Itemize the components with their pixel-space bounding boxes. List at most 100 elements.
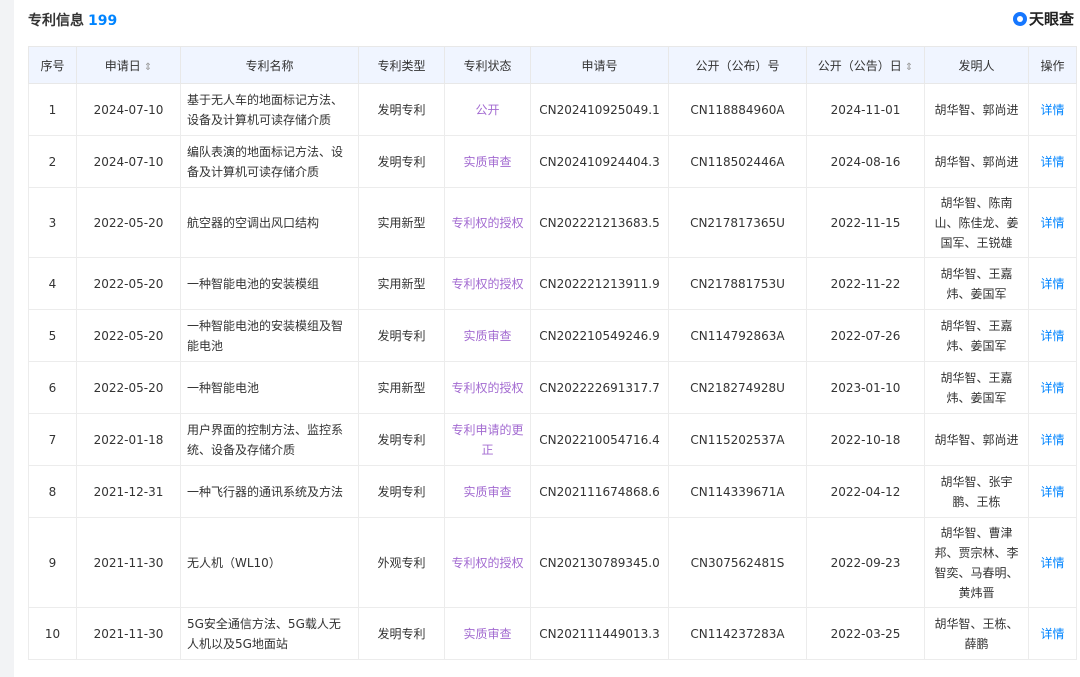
row-patent-name: 5G安全通信方法、5G载人无人机以及5G地面站 bbox=[187, 616, 341, 651]
row-patent-type-cell: 实用新型 bbox=[358, 187, 445, 258]
row-pub-number: CN217817365U bbox=[690, 215, 785, 230]
row-index: 10 bbox=[44, 626, 61, 641]
row-patent-name: 一种智能电池 bbox=[187, 380, 260, 395]
row-patent-status-cell: 实质审查 bbox=[444, 309, 531, 362]
row-inventors-cell: 胡华智、郭尚进 bbox=[924, 413, 1029, 466]
row-inventors-cell: 胡华智、陈南山、陈佳龙、姜国军、王锐雄 bbox=[924, 187, 1029, 258]
row-inventors: 胡华智、郭尚进 bbox=[934, 432, 1019, 447]
row-patent-status: 专利权的授权 bbox=[451, 276, 524, 291]
row-patent-name-cell: 基于无人车的地面标记方法、设备及计算机可读存储介质 bbox=[180, 83, 359, 136]
row-app-number-cell: CN202221213683.5 bbox=[530, 187, 669, 258]
table-header-row: 序号 申请日 ⇕ 专利名称 专利类型 专利状态 申请号 公开（公布）号 公开（公告… bbox=[28, 46, 1077, 84]
detail-link[interactable]: 详情 bbox=[1040, 277, 1064, 291]
detail-link[interactable]: 详情 bbox=[1040, 485, 1064, 499]
row-app-date: 2024-07-10 bbox=[93, 154, 164, 169]
row-index-cell: 9 bbox=[28, 517, 77, 608]
row-app-number-cell: CN202221213911.9 bbox=[530, 257, 669, 310]
row-patent-status-cell: 公开 bbox=[444, 83, 531, 136]
row-inventors: 胡华智、王嘉炜、姜国军 bbox=[940, 318, 1013, 353]
row-patent-name-cell: 航空器的空调出风口结构 bbox=[180, 187, 359, 258]
row-app-date-cell: 2022-01-18 bbox=[76, 413, 181, 466]
row-inventors-cell: 胡华智、王栋、薛鹏 bbox=[924, 607, 1029, 660]
row-patent-name-cell: 编队表演的地面标记方法、设备及计算机可读存储介质 bbox=[180, 135, 359, 188]
row-pub-number: CN114237283A bbox=[690, 626, 785, 641]
row-patent-name-cell: 一种飞行器的通讯系统及方法 bbox=[180, 465, 359, 518]
row-inventors-cell: 胡华智、王嘉炜、姜国军 bbox=[924, 257, 1029, 310]
row-pub-number-cell: CN218274928U bbox=[668, 361, 807, 414]
row-patent-status-cell: 专利权的授权 bbox=[444, 187, 531, 258]
row-app-number: CN202130789345.0 bbox=[539, 555, 660, 570]
row-index: 5 bbox=[48, 328, 57, 343]
row-index: 2 bbox=[48, 154, 57, 169]
row-patent-type-cell: 发明专利 bbox=[358, 607, 445, 660]
col-header-action: 操作 bbox=[1028, 46, 1077, 84]
row-app-number: CN202111449013.3 bbox=[539, 626, 660, 641]
detail-link[interactable]: 详情 bbox=[1040, 556, 1064, 570]
row-patent-type: 发明专利 bbox=[377, 154, 426, 169]
row-pub-date-cell: 2022-03-25 bbox=[806, 607, 925, 660]
detail-link[interactable]: 详情 bbox=[1040, 103, 1064, 117]
row-app-number-cell: CN202410925049.1 bbox=[530, 83, 669, 136]
row-pub-number: CN307562481S bbox=[690, 555, 785, 570]
row-patent-type: 发明专利 bbox=[377, 626, 426, 641]
sort-icon[interactable]: ⇕ bbox=[905, 62, 913, 73]
row-pub-number: CN118884960A bbox=[690, 102, 785, 117]
row-index-cell: 6 bbox=[28, 361, 77, 414]
row-pub-date: 2024-08-16 bbox=[830, 154, 901, 169]
row-app-date: 2022-05-20 bbox=[93, 215, 164, 230]
row-inventors: 胡华智、陈南山、陈佳龙、姜国军、王锐雄 bbox=[934, 195, 1019, 250]
row-pub-date-cell: 2024-11-01 bbox=[806, 83, 925, 136]
row-index: 4 bbox=[48, 276, 57, 291]
detail-link[interactable]: 详情 bbox=[1040, 627, 1064, 641]
row-index-cell: 3 bbox=[28, 187, 77, 258]
col-header-inventors: 发明人 bbox=[924, 46, 1029, 84]
col-header-app-date[interactable]: 申请日 ⇕ bbox=[76, 46, 181, 84]
sort-icon[interactable]: ⇕ bbox=[144, 62, 152, 73]
row-patent-status-cell: 实质审查 bbox=[444, 607, 531, 660]
row-inventors: 胡华智、曹津邦、贾宗林、李智奕、马春明、黄炜晋 bbox=[934, 525, 1019, 600]
detail-link[interactable]: 详情 bbox=[1040, 155, 1064, 169]
row-pub-number-cell: CN118502446A bbox=[668, 135, 807, 188]
table-row: 1 2024-07-10 基于无人车的地面标记方法、设备及计算机可读存储介质 发明专利… bbox=[28, 83, 1077, 136]
row-pub-date-cell: 2023-01-10 bbox=[806, 361, 925, 414]
row-inventors-cell: 胡华智、曹津邦、贾宗林、李智奕、马春明、黄炜晋 bbox=[924, 517, 1029, 608]
row-pub-date-cell: 2024-08-16 bbox=[806, 135, 925, 188]
row-inventors: 胡华智、王嘉炜、姜国军 bbox=[940, 370, 1013, 405]
row-index: 3 bbox=[48, 215, 57, 230]
table-row: 5 2022-05-20 一种智能电池的安装模组及智能电池 发明专利 实质审查 CN202… bbox=[28, 309, 1077, 362]
detail-link-cell: 详情 bbox=[1028, 607, 1077, 660]
row-pub-date: 2024-11-01 bbox=[830, 102, 901, 117]
row-patent-type: 发明专利 bbox=[377, 102, 426, 117]
col-header-pub-date[interactable]: 公开（公告）日 ⇕ bbox=[806, 46, 925, 84]
row-index-cell: 4 bbox=[28, 257, 77, 310]
table-row: 7 2022-01-18 用户界面的控制方法、监控系统、设备及存储介质 发明专利 专利申… bbox=[28, 413, 1077, 466]
row-app-date: 2022-05-20 bbox=[93, 380, 164, 395]
row-app-number-cell: CN202222691317.7 bbox=[530, 361, 669, 414]
row-patent-status-cell: 专利申请的更正 bbox=[444, 413, 531, 466]
row-index-cell: 1 bbox=[28, 83, 77, 136]
table-row: 2 2024-07-10 编队表演的地面标记方法、设备及计算机可读存储介质 发明专利 实… bbox=[28, 135, 1077, 188]
row-app-number: CN202410924404.3 bbox=[539, 154, 660, 169]
detail-link[interactable]: 详情 bbox=[1040, 433, 1064, 447]
col-header-pub-no: 公开（公布）号 bbox=[668, 46, 807, 84]
col-header-index: 序号 bbox=[28, 46, 77, 84]
table-row: 8 2021-12-31 一种飞行器的通讯系统及方法 发明专利 实质审查 CN202111… bbox=[28, 465, 1077, 518]
row-pub-number-cell: CN118884960A bbox=[668, 83, 807, 136]
detail-link[interactable]: 详情 bbox=[1040, 381, 1064, 395]
row-patent-type: 外观专利 bbox=[377, 555, 426, 570]
detail-link[interactable]: 详情 bbox=[1040, 216, 1064, 230]
row-patent-name-cell: 一种智能电池的安装模组 bbox=[180, 257, 359, 310]
row-patent-status: 专利申请的更正 bbox=[451, 422, 524, 457]
row-inventors-cell: 胡华智、张宇鹏、王栋 bbox=[924, 465, 1029, 518]
row-patent-name: 一种飞行器的通讯系统及方法 bbox=[187, 484, 344, 499]
row-pub-date: 2023-01-10 bbox=[830, 380, 901, 395]
detail-link[interactable]: 详情 bbox=[1040, 329, 1064, 343]
row-pub-date-cell: 2022-09-23 bbox=[806, 517, 925, 608]
section-title: 专利信息 199 bbox=[28, 10, 117, 30]
row-patent-type: 发明专利 bbox=[377, 432, 426, 447]
detail-link-cell: 详情 bbox=[1028, 517, 1077, 608]
detail-link-cell: 详情 bbox=[1028, 309, 1077, 362]
row-app-date: 2024-07-10 bbox=[93, 102, 164, 117]
row-patent-name-cell: 用户界面的控制方法、监控系统、设备及存储介质 bbox=[180, 413, 359, 466]
table-row: 9 2021-11-30 无人机（WL10） 外观专利 专利权的授权 CN20213078… bbox=[28, 517, 1077, 608]
